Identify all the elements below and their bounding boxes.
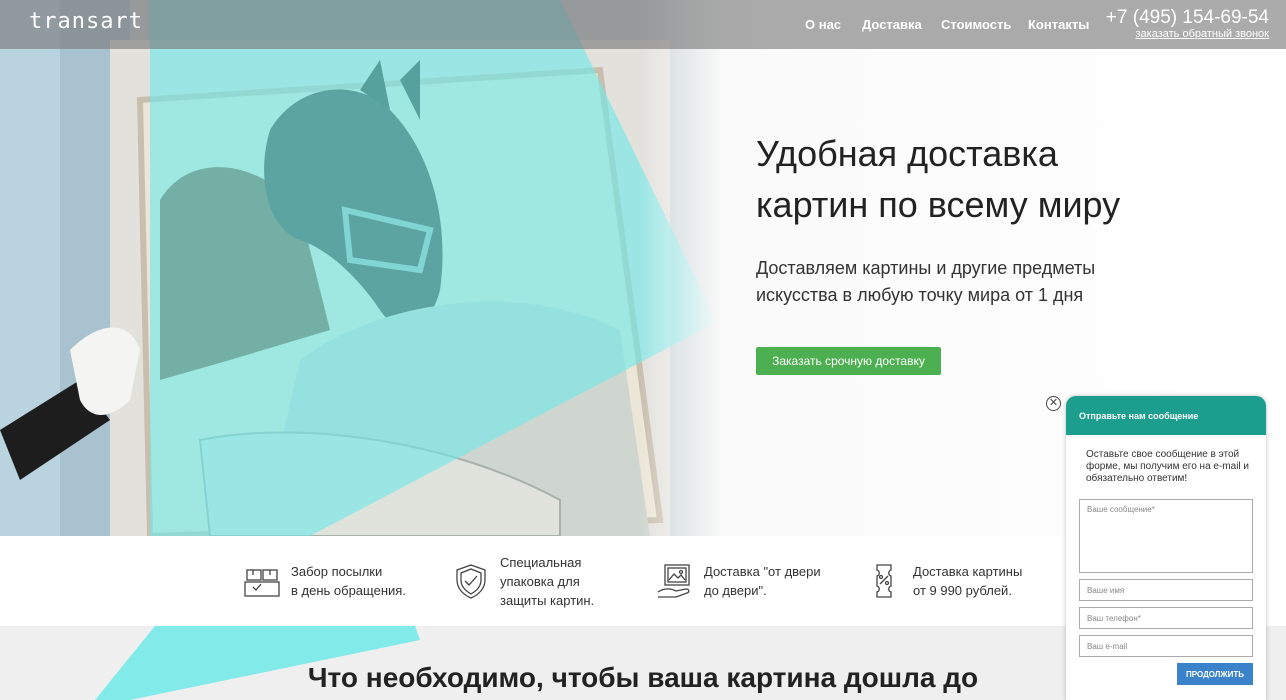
feature-packaging: Специальная упаковка для защиты картин. (452, 536, 594, 626)
submit-button[interactable]: ПРОДОЛЖИТЬ (1177, 663, 1253, 685)
hero-image (0, 0, 720, 536)
hero-illustration (0, 0, 720, 536)
feature-label: Забор посылки в день обращения. (291, 564, 406, 598)
name-field[interactable] (1079, 579, 1253, 601)
phone-number[interactable]: +7 (495) 154-69-54 (1106, 7, 1269, 29)
message-field[interactable] (1079, 499, 1253, 573)
feature-price: Доставка картины от 9 990 рублей. (865, 536, 1022, 626)
hero-subtitle: Доставляем картины и другие предметы иск… (756, 258, 1096, 305)
boxes-icon (244, 569, 280, 597)
nav-pricing[interactable]: Стоимость (941, 17, 1011, 32)
phone-field[interactable] (1079, 607, 1253, 629)
order-delivery-button[interactable]: Заказать срочную доставку (756, 347, 941, 375)
nav-about[interactable]: О нас (805, 17, 841, 32)
feature-label: Доставка "от двери до двери". (704, 564, 821, 598)
feature-label: Доставка картины от 9 990 рублей. (913, 564, 1023, 598)
site-header: transart О нас Доставка Стоимость Контак… (0, 0, 1286, 49)
nav-contacts[interactable]: Контакты (1028, 17, 1089, 32)
chat-widget: Отправьте нам сообщение Оставьте свое со… (1066, 396, 1266, 700)
chat-close-icon[interactable]: ✕ (1046, 396, 1061, 411)
discount-ticket-icon (876, 564, 892, 598)
picture-hand-icon (657, 564, 690, 598)
feature-pickup: Забор посылки в день обращения. (243, 536, 406, 626)
feature-label: Специальная упаковка для защиты картин. (500, 554, 595, 608)
main-nav: О нас Доставка Стоимость Контакты (0, 17, 1286, 37)
hero-title: Удобная доставка картин по всему миру (756, 133, 1121, 225)
email-field[interactable] (1079, 635, 1253, 657)
chat-header[interactable]: Отправьте нам сообщение (1066, 396, 1266, 435)
feature-door-to-door: Доставка "от двери до двери". (656, 536, 821, 626)
nav-delivery[interactable]: Доставка (862, 17, 922, 32)
callback-link[interactable]: заказать обратный звонок (1136, 28, 1269, 40)
shield-check-icon (456, 564, 486, 599)
chat-intro: Оставьте свое сообщение в этой форме, мы… (1086, 449, 1250, 484)
